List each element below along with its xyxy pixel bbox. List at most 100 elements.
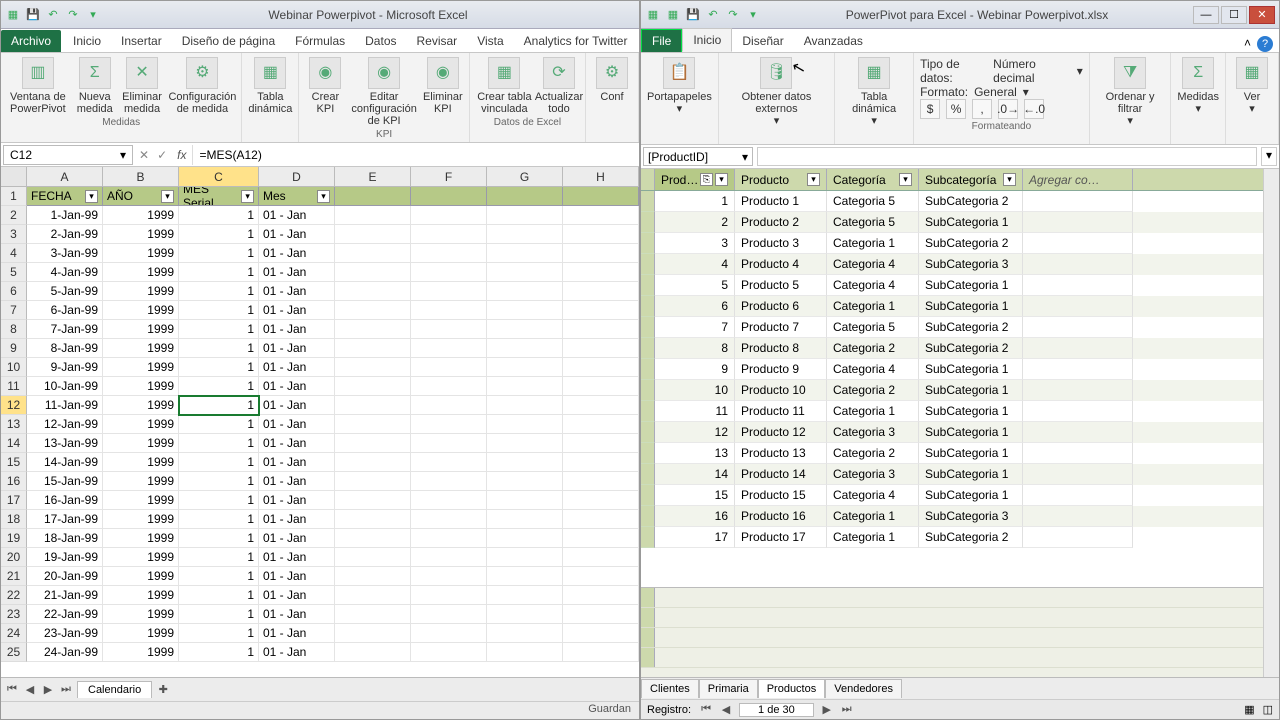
cell[interactable] [1023,422,1133,443]
cell[interactable]: Producto 16 [735,506,827,527]
cell[interactable]: 13-Jan-99 [27,434,103,453]
row-header[interactable]: 20 [1,548,27,567]
data-view-icon[interactable]: ▦ [1244,703,1254,716]
cell[interactable] [1023,275,1133,296]
cell[interactable]: Producto 10 [735,380,827,401]
cell[interactable]: SubCategoria 2 [919,317,1023,338]
cell[interactable]: 1999 [103,206,179,225]
cell[interactable] [563,624,639,643]
col-subcategoria[interactable]: Subcategoría▾ [919,169,1023,190]
cell[interactable]: 01 - Jan [259,510,335,529]
sheet-nav-next-icon[interactable]: ▶ [41,683,55,696]
cell[interactable]: Producto 5 [735,275,827,296]
cell[interactable] [411,434,487,453]
cell[interactable]: 1 [179,244,259,263]
col-producto[interactable]: Producto▾ [735,169,827,190]
cell[interactable]: 3 [655,233,735,254]
cell[interactable] [487,567,563,586]
tab-avanzadas[interactable]: Avanzadas [794,30,873,52]
tab-inicio[interactable]: Inicio [63,30,111,52]
cell[interactable]: 1 [179,396,259,415]
cell[interactable] [563,453,639,472]
cell[interactable]: Categoria 3 [827,422,919,443]
cell[interactable] [487,206,563,225]
cell[interactable] [563,282,639,301]
sheet-nav-last-icon[interactable]: ⏭ [59,683,73,696]
minimize-button[interactable]: — [1193,6,1219,24]
cell[interactable]: 1 [179,320,259,339]
filter-icon[interactable]: ▾ [317,190,330,203]
cell[interactable]: 1 [655,191,735,212]
cell[interactable]: 1999 [103,453,179,472]
row-header[interactable]: 22 [1,586,27,605]
cell[interactable]: 1 [179,643,259,662]
cell[interactable] [487,339,563,358]
undo-icon[interactable]: ↶ [705,7,721,23]
header-cell[interactable]: MES Serial▾ [179,187,259,206]
cell[interactable]: Categoria 2 [827,443,919,464]
col-header-G[interactable]: G [487,167,563,186]
row-selector[interactable] [641,317,655,338]
cell[interactable] [335,434,411,453]
cell[interactable]: SubCategoria 1 [919,212,1023,233]
cell[interactable]: 1999 [103,396,179,415]
cell[interactable]: 1999 [103,510,179,529]
cell[interactable]: 01 - Jan [259,377,335,396]
cell[interactable] [411,510,487,529]
cell[interactable]: SubCategoria 1 [919,464,1023,485]
cell[interactable]: SubCategoria 1 [919,380,1023,401]
cell[interactable]: 01 - Jan [259,548,335,567]
cell[interactable]: 01 - Jan [259,491,335,510]
cell[interactable]: 1 [179,472,259,491]
cell[interactable]: 9-Jan-99 [27,358,103,377]
btn-powerpivot-window[interactable]: ▥Ventana de PowerPivot [7,57,69,115]
btn-measure-config[interactable]: ⚙Configuración de medida [169,57,235,115]
cell[interactable]: 01 - Jan [259,358,335,377]
cell[interactable] [563,472,639,491]
btn-linked-table[interactable]: ▦Crear tabla vinculada [476,57,533,115]
cell[interactable] [1023,464,1133,485]
cell[interactable]: SubCategoria 3 [919,254,1023,275]
cell[interactable]: 1 [179,605,259,624]
row-selector[interactable] [641,338,655,359]
row-header[interactable]: 1 [1,187,27,206]
row-selector[interactable] [641,464,655,485]
cell[interactable]: 1 [179,491,259,510]
comma-button[interactable]: , [972,99,992,119]
cell[interactable] [563,586,639,605]
cell[interactable]: 1 [179,339,259,358]
btn-pivot-table[interactable]: ▦Tabla dinámica▾ [841,57,907,127]
cell[interactable]: 9 [655,359,735,380]
cell[interactable] [335,282,411,301]
pp-name-box[interactable]: [ProductID]▾ [643,147,753,166]
btn-refresh-all[interactable]: ⟳Actualizar todo [539,57,579,115]
cell[interactable] [563,396,639,415]
cell[interactable] [335,510,411,529]
cell[interactable]: 10 [655,380,735,401]
cell[interactable]: 01 - Jan [259,567,335,586]
cell[interactable]: 1999 [103,624,179,643]
col-header-E[interactable]: E [335,167,411,186]
cell[interactable] [1023,233,1133,254]
tab-diseño-de-página[interactable]: Diseño de página [172,30,285,52]
cell[interactable]: 3-Jan-99 [27,244,103,263]
cell[interactable] [487,529,563,548]
cell[interactable]: 14 [655,464,735,485]
cell[interactable]: Producto 13 [735,443,827,464]
cell[interactable]: SubCategoria 1 [919,359,1023,380]
header-cell[interactable]: FECHA▾ [27,187,103,206]
row-header[interactable]: 5 [1,263,27,282]
cell[interactable] [563,301,639,320]
maximize-button[interactable]: ☐ [1221,6,1247,24]
cell[interactable] [487,491,563,510]
cell[interactable] [563,510,639,529]
cell[interactable]: Categoria 5 [827,212,919,233]
cell[interactable]: 7 [655,317,735,338]
cell[interactable]: 01 - Jan [259,206,335,225]
cell[interactable] [487,434,563,453]
cell[interactable]: Producto 17 [735,527,827,548]
col-header-C[interactable]: C [179,167,259,186]
cell[interactable] [335,586,411,605]
cell[interactable]: Categoria 1 [827,296,919,317]
cell[interactable]: 1 [179,434,259,453]
